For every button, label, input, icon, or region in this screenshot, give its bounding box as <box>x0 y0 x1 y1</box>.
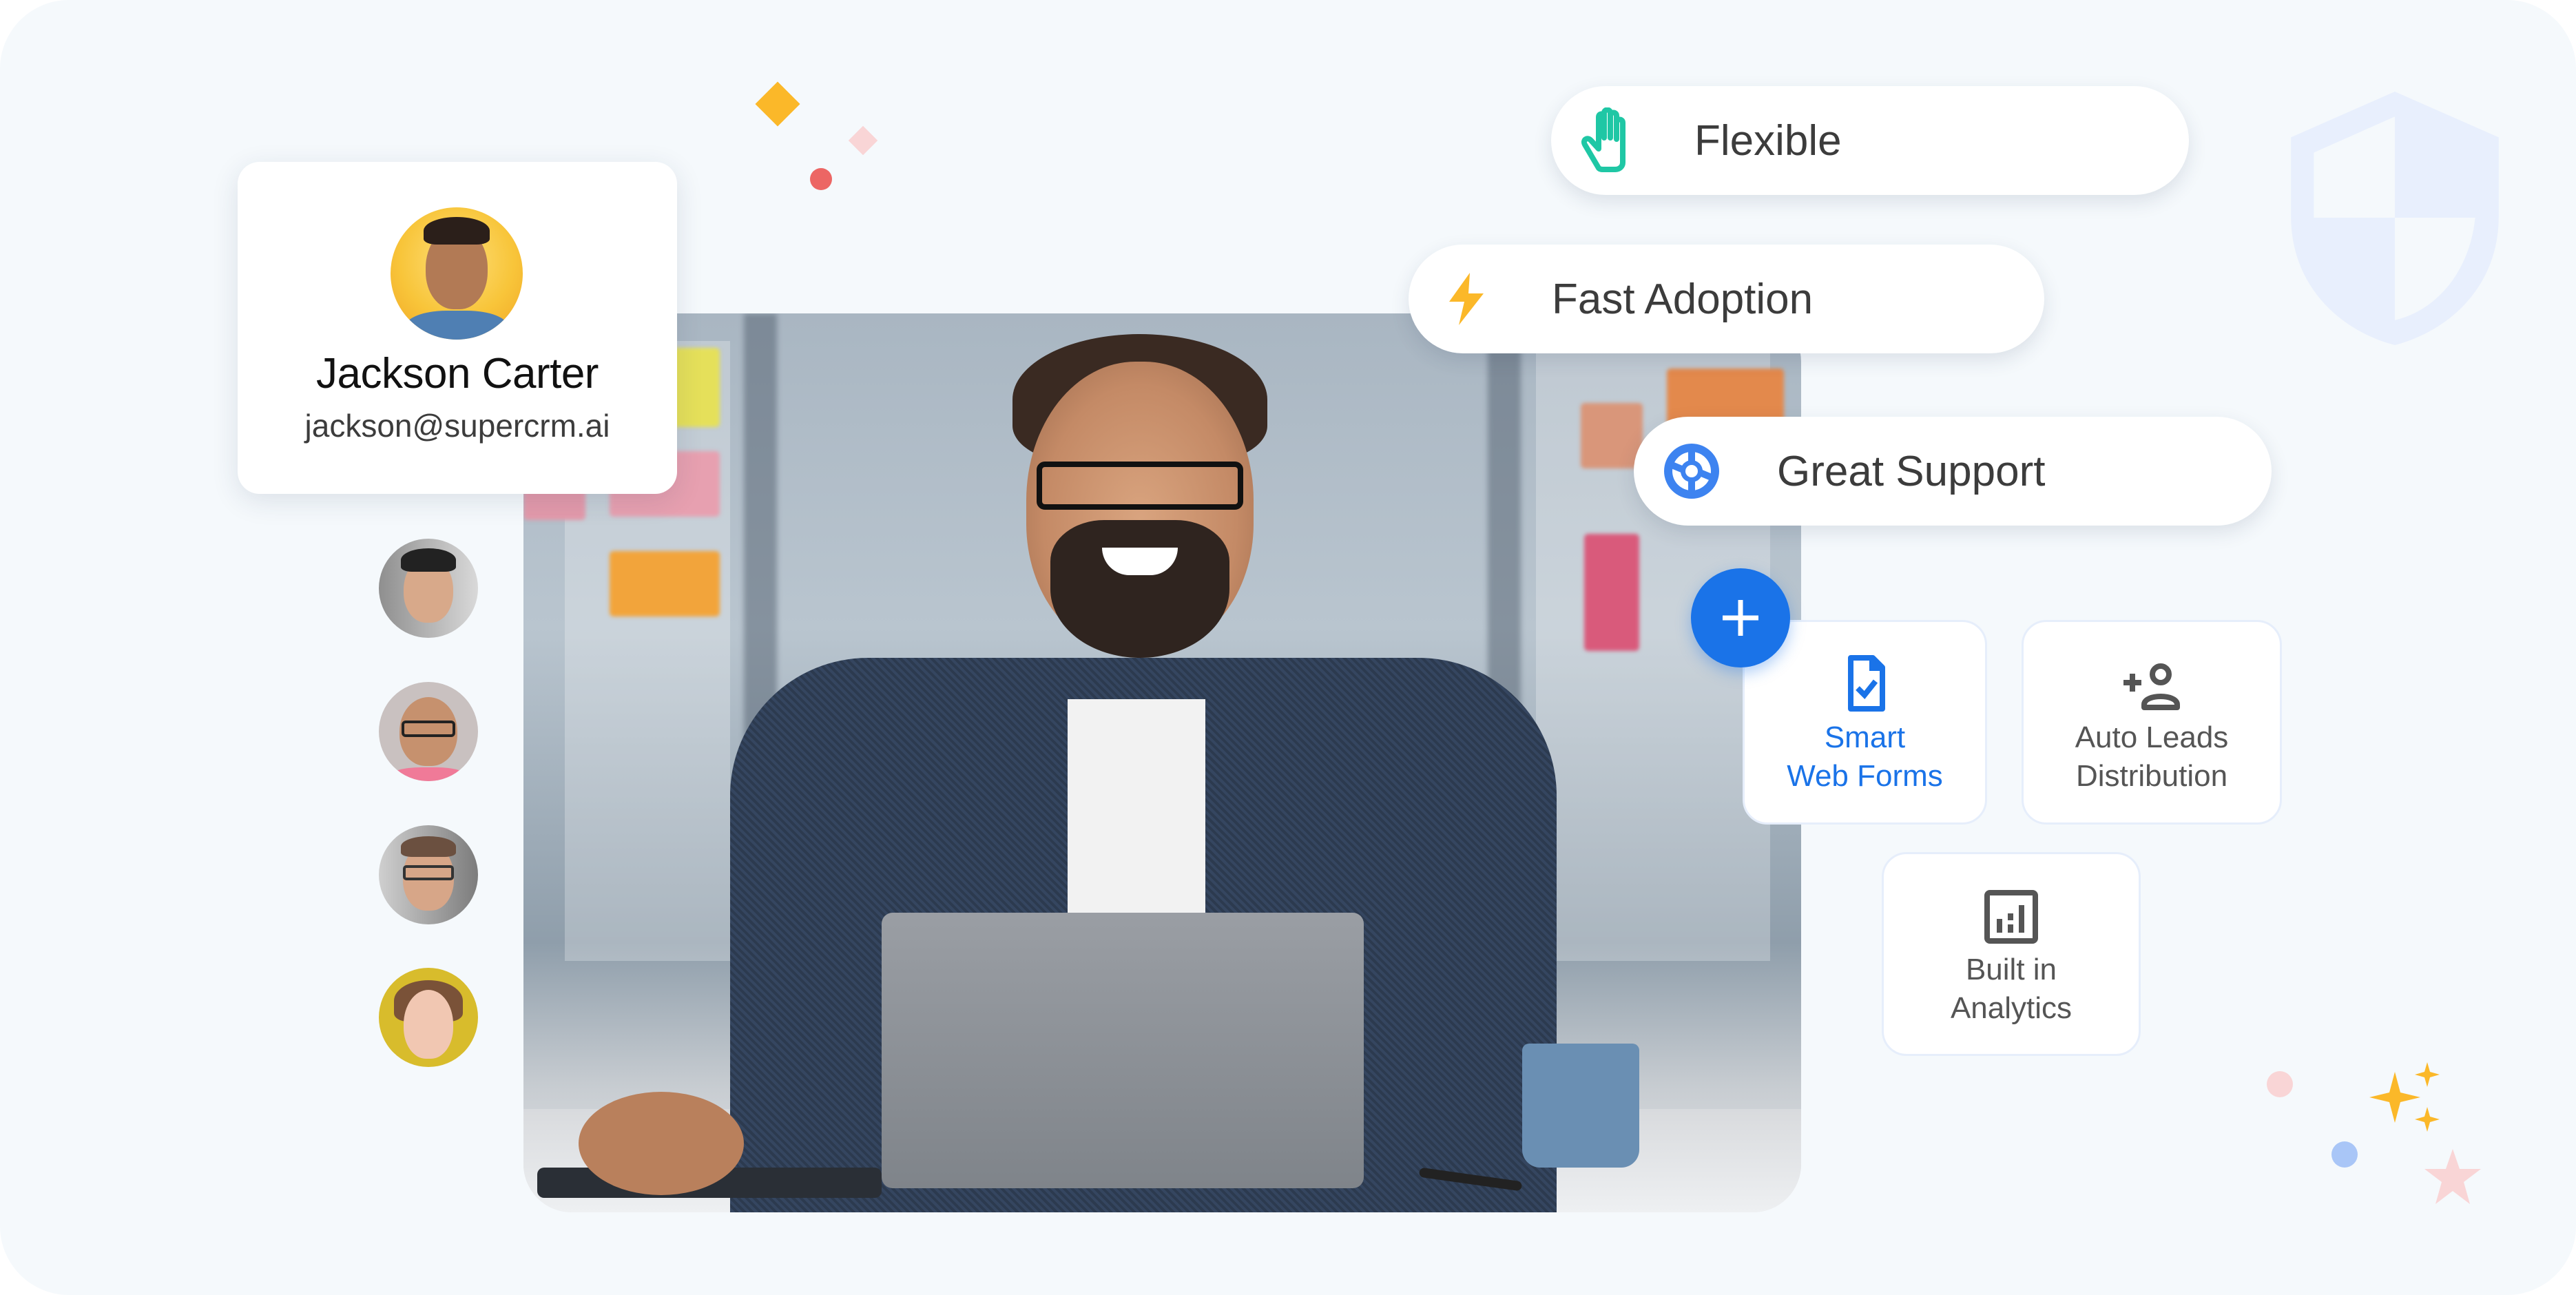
benefit-label: Flexible <box>1694 116 1842 165</box>
benefit-label: Great Support <box>1777 447 2046 495</box>
hand-icon <box>1581 107 1625 172</box>
dot-blush-decoration <box>2267 1071 2293 1097</box>
hero-photo <box>523 313 1801 1212</box>
feature-tile-auto-leads-distribution[interactable]: Auto Leads Distribution <box>2022 620 2282 825</box>
diamond-blush-decoration <box>848 125 878 156</box>
profile-card[interactable]: Jackson Carter jackson@supercrm.ai <box>238 162 677 494</box>
person-shirt <box>1068 699 1205 947</box>
team-avatar[interactable] <box>379 539 478 638</box>
sticky-note <box>672 348 720 427</box>
person-hand <box>579 1092 744 1195</box>
team-avatar[interactable] <box>379 682 478 781</box>
coffee-mug <box>1522 1044 1639 1168</box>
dot-blue-decoration <box>2331 1141 2358 1168</box>
profile-avatar <box>391 207 523 340</box>
add-button[interactable] <box>1691 568 1790 667</box>
hero-canvas: Jackson Carter jackson@supercrm.ai Flexi… <box>0 0 2576 1295</box>
team-avatar[interactable] <box>379 968 478 1067</box>
dot-coral-decoration <box>810 168 832 190</box>
profile-email[interactable]: jackson@supercrm.ai <box>238 407 677 444</box>
team-avatar[interactable] <box>379 825 478 924</box>
laptop <box>882 913 1364 1188</box>
lifebuoy-icon <box>1664 444 1719 499</box>
person-beard <box>1050 520 1229 658</box>
diamond-amber-decoration <box>755 81 800 127</box>
form-check-icon <box>1847 655 1885 712</box>
person-glasses <box>1037 462 1243 510</box>
benefit-pill-fast-adoption[interactable]: Fast Adoption <box>1409 245 2044 353</box>
lightning-icon <box>1449 273 1484 325</box>
person-add-icon <box>2123 663 2180 710</box>
avatar-hair <box>424 217 490 245</box>
plus-icon <box>1723 600 1758 636</box>
shield-icon <box>2291 92 2499 345</box>
analytics-icon <box>1984 890 2038 944</box>
feature-label: Auto Leads Distribution <box>2075 721 2229 793</box>
avatar-shirt <box>405 311 508 340</box>
sticky-note <box>610 551 720 617</box>
feature-label: Built in Analytics <box>1950 953 2073 1025</box>
profile-name: Jackson Carter <box>316 350 599 397</box>
feature-label: Smart Web Forms <box>1787 721 1943 793</box>
sticky-note <box>1584 534 1639 651</box>
star-icon <box>2424 1149 2481 1204</box>
feature-tile-smart-web-forms[interactable]: Smart Web Forms <box>1743 620 1987 825</box>
sparkle-icon <box>2369 1062 2440 1132</box>
sticky-note <box>1581 403 1643 468</box>
feature-tile-built-in-analytics[interactable]: Built in Analytics <box>1882 852 2141 1056</box>
benefit-pill-great-support[interactable]: Great Support <box>1634 417 2272 526</box>
benefit-pill-flexible[interactable]: Flexible <box>1551 86 2189 195</box>
benefit-label: Fast Adoption <box>1552 275 1814 323</box>
